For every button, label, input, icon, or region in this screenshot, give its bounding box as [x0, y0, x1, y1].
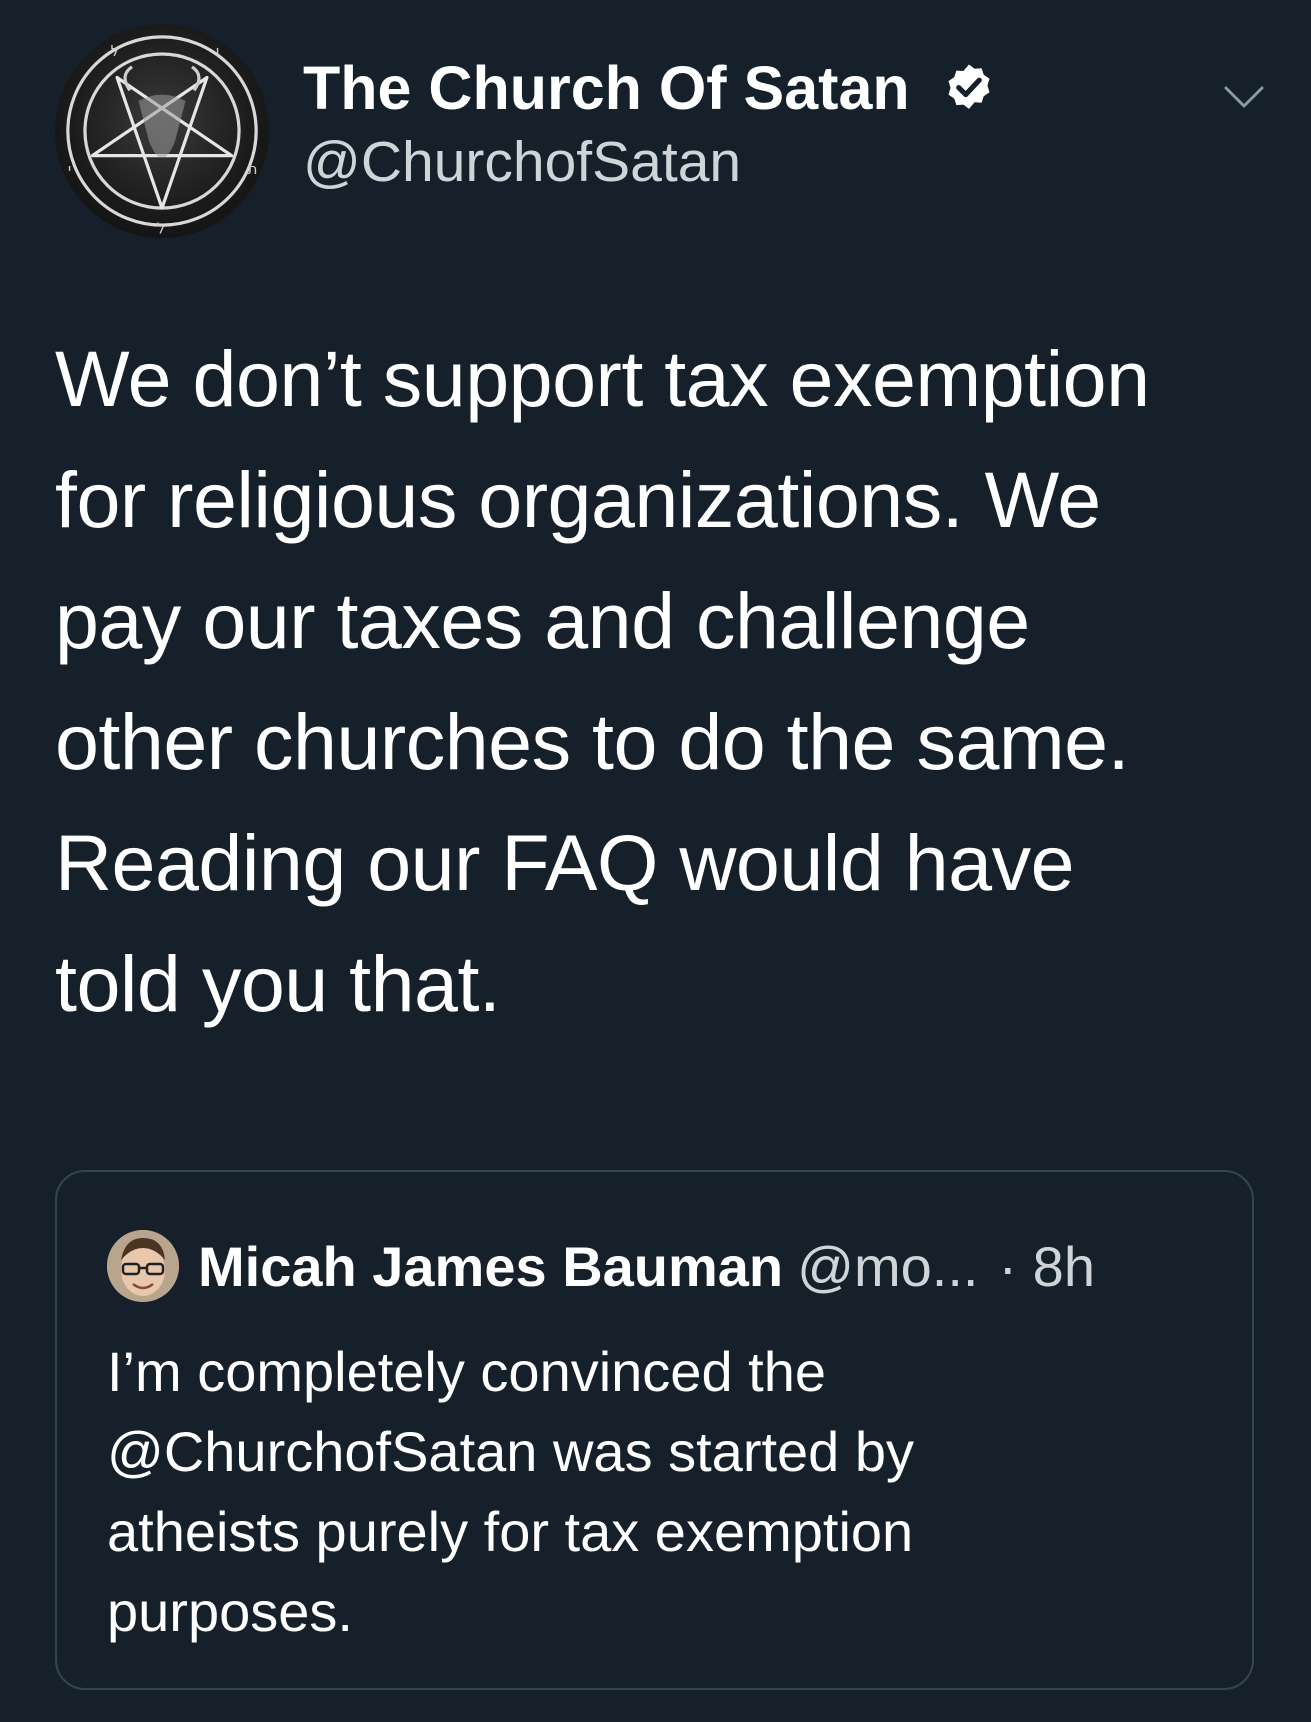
user-photo-icon [107, 1230, 179, 1302]
tweet-text-line: We don’t support tax exemption [55, 334, 1150, 423]
tweet-text-line: pay our taxes and challenge [55, 576, 1030, 665]
tweet-text-line: for religious organizations. We [55, 455, 1101, 544]
author-display-name[interactable]: The Church Of Satan [303, 54, 910, 122]
quoted-text-line: purposes. [107, 1580, 353, 1643]
svg-text:ל: ל [111, 42, 120, 60]
svg-text:ת: ת [248, 160, 258, 178]
tweet-text-line: other churches to do the same. [55, 697, 1130, 786]
chevron-down-icon[interactable] [1222, 80, 1266, 114]
author-handle[interactable]: @ChurchofSatan [303, 128, 741, 196]
quoted-author-avatar[interactable] [107, 1230, 179, 1302]
quoted-tweet-text: I’m completely convinced the @ChurchofSa… [107, 1332, 1207, 1652]
svg-text:ו: ו [216, 42, 220, 60]
tweet[interactable]: ל ו י ת ל The Church Of Satan @ChurchofS… [0, 0, 1311, 1722]
verified-badge-icon [948, 64, 990, 109]
profile-avatar[interactable]: ל ו י ת ל [55, 24, 269, 238]
quoted-tweet-card[interactable]: Micah James Bauman @mo... · 8h I’m complet… [55, 1170, 1254, 1690]
tweet-text: We don’t support tax exemption for relig… [55, 318, 1285, 1044]
quoted-text-line: I’m completely convinced the [107, 1340, 827, 1403]
tweet-text-line: Reading our FAQ would have [55, 818, 1075, 907]
sigil-of-baphomet-icon: ל ו י ת ל [66, 35, 258, 238]
svg-text:י: י [68, 160, 71, 178]
quoted-tweet-header: Micah James Bauman @mo... · 8h [198, 1234, 1095, 1300]
quoted-text-line: @ChurchofSatan was started by [107, 1420, 915, 1483]
quoted-text-line: atheists purely for tax exemption [107, 1500, 914, 1563]
author-name-row[interactable]: The Church Of Satan [303, 52, 997, 124]
quoted-author-name[interactable]: Micah James Bauman [198, 1235, 783, 1298]
quoted-tweet-time[interactable]: · 8h [998, 1235, 1095, 1298]
tweet-text-line: told you that. [55, 939, 501, 1028]
quoted-author-handle[interactable]: @mo... [797, 1235, 978, 1298]
svg-text:ל: ל [157, 220, 166, 238]
